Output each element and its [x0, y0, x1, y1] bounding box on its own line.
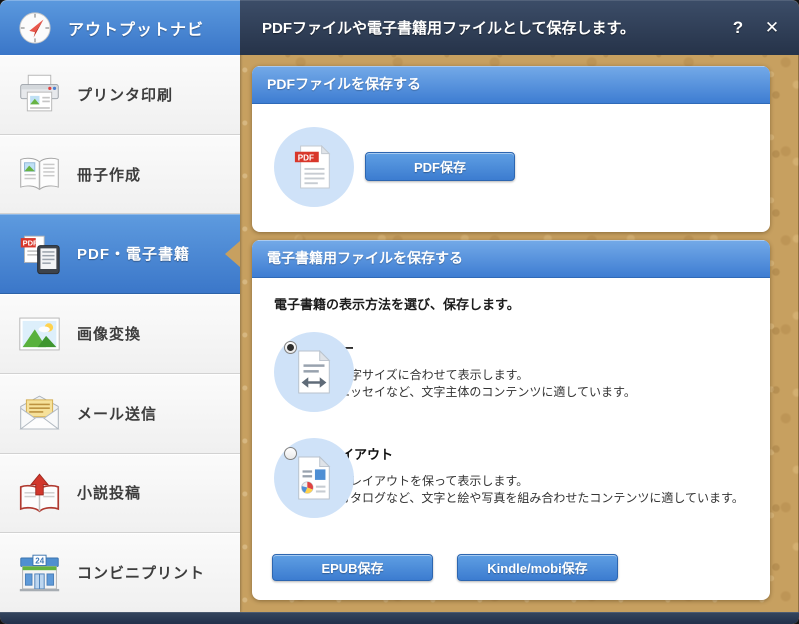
page-title: PDFファイルや電子書籍用ファイルとして保存します。 [240, 17, 721, 38]
sidebar-item-mail-send[interactable]: メール送信 [0, 374, 240, 454]
sidebar-item-label: メール送信 [77, 403, 157, 424]
sidebar-header: アウトプットナビ [0, 0, 240, 55]
kindle-mobi-save-button[interactable]: Kindle/mobi保存 [457, 554, 618, 581]
pdf-save-panel: PDFファイルを保存する PDF PDF保存 [252, 66, 770, 232]
pdf-panel-body: PDF PDF保存 [252, 104, 770, 232]
close-button[interactable]: ✕ [755, 18, 789, 38]
pdf-document-icon: PDF [274, 127, 354, 207]
output-navi-window: アウトプットナビ [0, 0, 799, 624]
booklet-icon [17, 154, 62, 194]
novel-upload-icon [17, 472, 62, 514]
sidebar-item-label: PDF・電子書籍 [77, 243, 190, 264]
sidebar-item-printer-print[interactable]: プリンタ印刷 [0, 55, 240, 135]
pdf-panel-title: PDFファイルを保存する [252, 66, 770, 104]
sidebar-item-conbini-print[interactable]: 24 コンビニプリント [0, 533, 240, 612]
svg-text:PDF: PDF [23, 238, 38, 247]
ebook-panel-body: 電子書籍の表示方法を選び、保存します。 [252, 278, 770, 600]
app-title: アウトプットナビ [68, 16, 204, 40]
ebook-panel-title: 電子書籍用ファイルを保存する [252, 240, 770, 278]
fixed-layout-radio-row[interactable]: 固定レイアウト [284, 444, 744, 463]
reflow-option: リフロー 端末や文字サイズに合わせて表示します。 小説・エッセイなど、文字主体の… [274, 332, 636, 401]
pdf-save-button[interactable]: PDF保存 [365, 152, 515, 181]
sidebar-item-image-convert[interactable]: 画像変換 [0, 294, 240, 374]
main-header: PDFファイルや電子書籍用ファイルとして保存します。 ? ✕ [240, 0, 799, 55]
sidebar-item-label: 冊子作成 [77, 164, 141, 185]
fixed-layout-option: 固定レイアウト 意図したレイアウトを保って表示します。 雑誌・カタログなど、文字… [274, 438, 744, 507]
compass-navigation-icon [17, 11, 53, 45]
printer-icon [17, 73, 62, 115]
sidebar-item-novel-post[interactable]: 小説投稿 [0, 454, 240, 534]
reflow-radio[interactable] [284, 341, 297, 354]
ebook-intro-text: 電子書籍の表示方法を選び、保存します。 [274, 294, 520, 313]
pdf-ebook-icon: PDF [17, 233, 62, 275]
sidebar-item-booklet-create[interactable]: 冊子作成 [0, 135, 240, 215]
bottom-bar [0, 612, 799, 624]
convenience-store-icon: 24 [17, 553, 62, 593]
sidebar: アウトプットナビ [0, 0, 240, 612]
selected-item-pointer [225, 241, 240, 267]
fixed-layout-description: 意図したレイアウトを保って表示します。 雑誌・カタログなど、文字と絵や写真を組み… [302, 473, 744, 507]
sidebar-item-label: 画像変換 [77, 323, 141, 344]
store-sign-text: 24 [35, 556, 44, 565]
sidebar-item-pdf-ebook[interactable]: PDF PDF・電子書籍 [0, 214, 240, 294]
sidebar-item-label: コンビニプリント [77, 562, 205, 583]
fixed-layout-radio[interactable] [284, 447, 297, 460]
sidebar-item-label: 小説投稿 [77, 482, 141, 503]
help-button[interactable]: ? [721, 18, 755, 38]
epub-save-button[interactable]: EPUB保存 [272, 554, 433, 581]
image-icon [17, 315, 62, 353]
pdf-badge-text: PDF [298, 153, 314, 162]
sidebar-item-label: プリンタ印刷 [77, 84, 173, 105]
nav-list: プリンタ印刷 [0, 55, 240, 612]
mail-icon [17, 393, 62, 433]
ebook-save-panel: 電子書籍用ファイルを保存する 電子書籍の表示方法を選び、保存します。 [252, 240, 770, 600]
